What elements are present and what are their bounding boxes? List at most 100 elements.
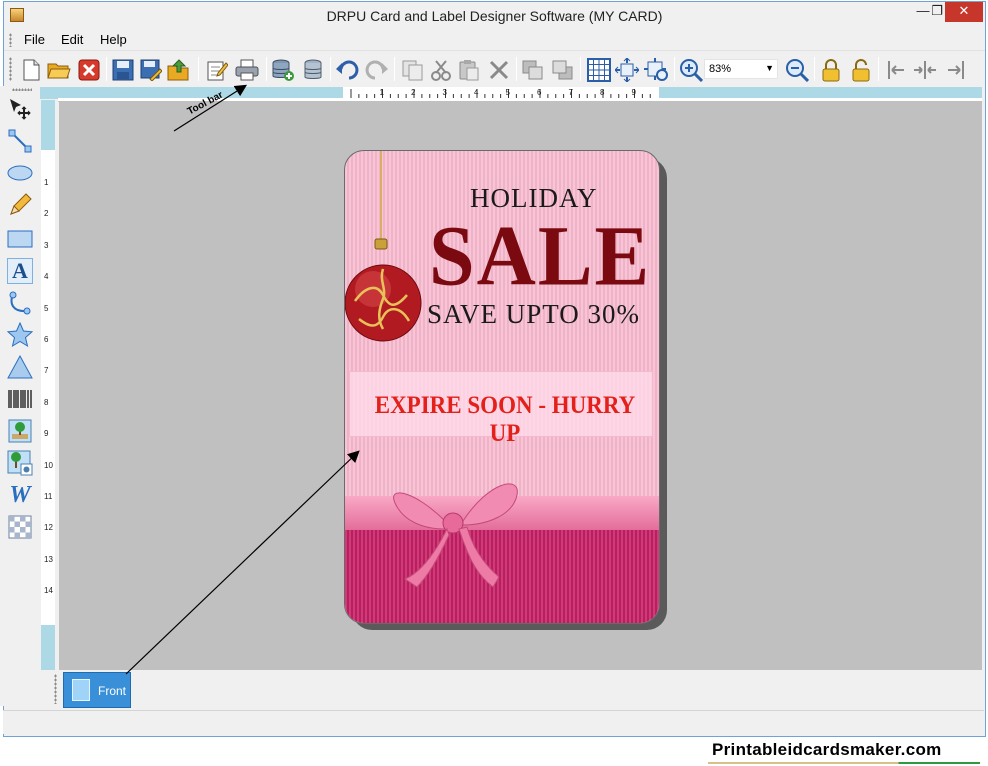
bow-loop-left (393, 492, 446, 530)
title-bar[interactable]: DRPU Card and Label Designer Software (M… (4, 2, 985, 30)
bow-tail-right (458, 526, 500, 588)
star-icon[interactable] (7, 322, 33, 348)
brand-underline (708, 762, 980, 764)
tool-panel: A W (0, 86, 38, 706)
align-right-icon[interactable] (942, 57, 968, 83)
open-folder-icon[interactable] (46, 57, 72, 83)
tab-front-label: Front (98, 684, 127, 698)
paste-icon[interactable] (456, 57, 482, 83)
page-icon (72, 679, 90, 701)
page-tab-strip (40, 670, 982, 710)
rectangle-icon[interactable] (7, 226, 33, 252)
bow-tail-left (403, 527, 450, 588)
ellipse-icon[interactable] (7, 160, 33, 186)
toolbar-separator (674, 57, 675, 81)
cut-icon[interactable] (428, 57, 454, 83)
print-icon[interactable] (234, 57, 260, 83)
pointer-icon[interactable] (7, 96, 33, 122)
toolbar-separator (330, 57, 331, 81)
app-root: DRPU Card and Label Designer Software (M… (0, 0, 988, 766)
zoom-out-icon[interactable] (784, 57, 810, 83)
ruler-label: 2 (44, 209, 49, 219)
ruler-label: 14 (44, 586, 53, 596)
toolbar-separator (814, 57, 815, 81)
ruler-label: 8 (44, 397, 49, 407)
ruler-label: 3 (44, 240, 49, 250)
menu-bar: File Edit Help (4, 30, 985, 50)
curve-icon[interactable] (7, 290, 33, 316)
toolbar-separator (394, 57, 395, 81)
undo-icon[interactable] (334, 57, 360, 83)
toolbar-separator (198, 57, 199, 81)
copy-icon[interactable] (400, 57, 426, 83)
close-button[interactable]: ✕ (945, 2, 983, 22)
database-icon[interactable] (300, 57, 326, 83)
triangle-icon[interactable] (7, 354, 33, 380)
ruler-label: 10 (44, 460, 53, 470)
card[interactable]: HOLIDAY SALE SAVE UPTO 30% EXPIRE SOON -… (344, 150, 660, 624)
ruler-label: 3 (442, 88, 447, 97)
send-backward-icon[interactable] (550, 57, 576, 83)
word-art-icon[interactable]: W (7, 482, 33, 508)
ruler-label: 1 (379, 88, 384, 97)
ruler-label: 6 (44, 335, 49, 344)
brand-watermark: Printableidcardsmaker.com (712, 740, 942, 759)
redo-icon[interactable] (364, 57, 390, 83)
tab-front[interactable]: Front (63, 672, 131, 708)
ruler-label: 6 (537, 88, 542, 97)
toolbar-grip (9, 57, 12, 81)
menu-help[interactable]: Help (100, 32, 127, 47)
new-icon[interactable] (18, 57, 44, 83)
edit-icon[interactable] (204, 57, 230, 83)
zoom-value: 83% (709, 63, 732, 75)
ruler-label: 4 (474, 88, 479, 97)
save-as-icon[interactable] (138, 57, 164, 83)
ornament-cap (374, 238, 388, 250)
watermark-icon[interactable] (7, 514, 33, 540)
text-icon[interactable]: A (7, 258, 33, 284)
tool-panel-grip (12, 88, 32, 91)
close-document-icon[interactable] (76, 57, 102, 83)
ruler-label: 4 (44, 272, 49, 282)
ruler-label: 7 (568, 88, 573, 97)
menu-file[interactable]: File (24, 32, 45, 47)
zoom-select[interactable]: 83% ▼ (704, 59, 778, 79)
image-icon[interactable] (7, 418, 33, 444)
ruler-label: 9 (44, 429, 49, 439)
database-add-icon[interactable] (270, 57, 296, 83)
lock-icon[interactable] (818, 57, 844, 83)
ruler-label: 2 (411, 88, 416, 97)
toolbar-separator (580, 57, 581, 81)
vertical-ruler-scale: 1 2 3 4 5 6 7 8 9 10 11 12 13 14 (41, 150, 55, 625)
line-icon[interactable] (7, 128, 33, 154)
save-icon[interactable] (110, 57, 136, 83)
grid-icon[interactable] (586, 57, 612, 83)
card-line-expire[interactable]: EXPIRE SOON - HURRY UP (367, 392, 643, 448)
delete-icon[interactable] (486, 57, 512, 83)
bow-loop-right (462, 483, 518, 526)
ruler-label: 9 (631, 88, 636, 97)
bring-forward-icon[interactable] (520, 57, 546, 83)
ruler-label: 7 (44, 366, 49, 376)
ruler-label: 13 (44, 554, 53, 564)
toolbar-separator (266, 57, 267, 81)
card-line-save[interactable]: SAVE UPTO 30% (427, 299, 640, 330)
status-bar (3, 710, 984, 734)
pencil-icon[interactable] (7, 192, 33, 218)
ruler-label: 12 (44, 523, 53, 533)
toolbar-separator (516, 57, 517, 81)
menu-edit[interactable]: Edit (61, 32, 83, 47)
align-center-icon[interactable] (912, 57, 938, 83)
window-title: DRPU Card and Label Designer Software (M… (326, 8, 663, 24)
chevron-down-icon[interactable]: ▼ (765, 63, 774, 73)
unlock-icon[interactable] (848, 57, 874, 83)
card-line-sale[interactable]: SALE (429, 207, 651, 306)
image-library-icon[interactable] (7, 450, 33, 476)
center-icon[interactable] (614, 57, 640, 83)
barcode-icon[interactable] (7, 386, 33, 412)
export-icon[interactable] (166, 57, 192, 83)
align-left-icon[interactable] (884, 57, 910, 83)
zoom-in-icon[interactable] (678, 57, 704, 83)
fit-icon[interactable] (644, 57, 670, 83)
menu-grip (9, 33, 12, 47)
